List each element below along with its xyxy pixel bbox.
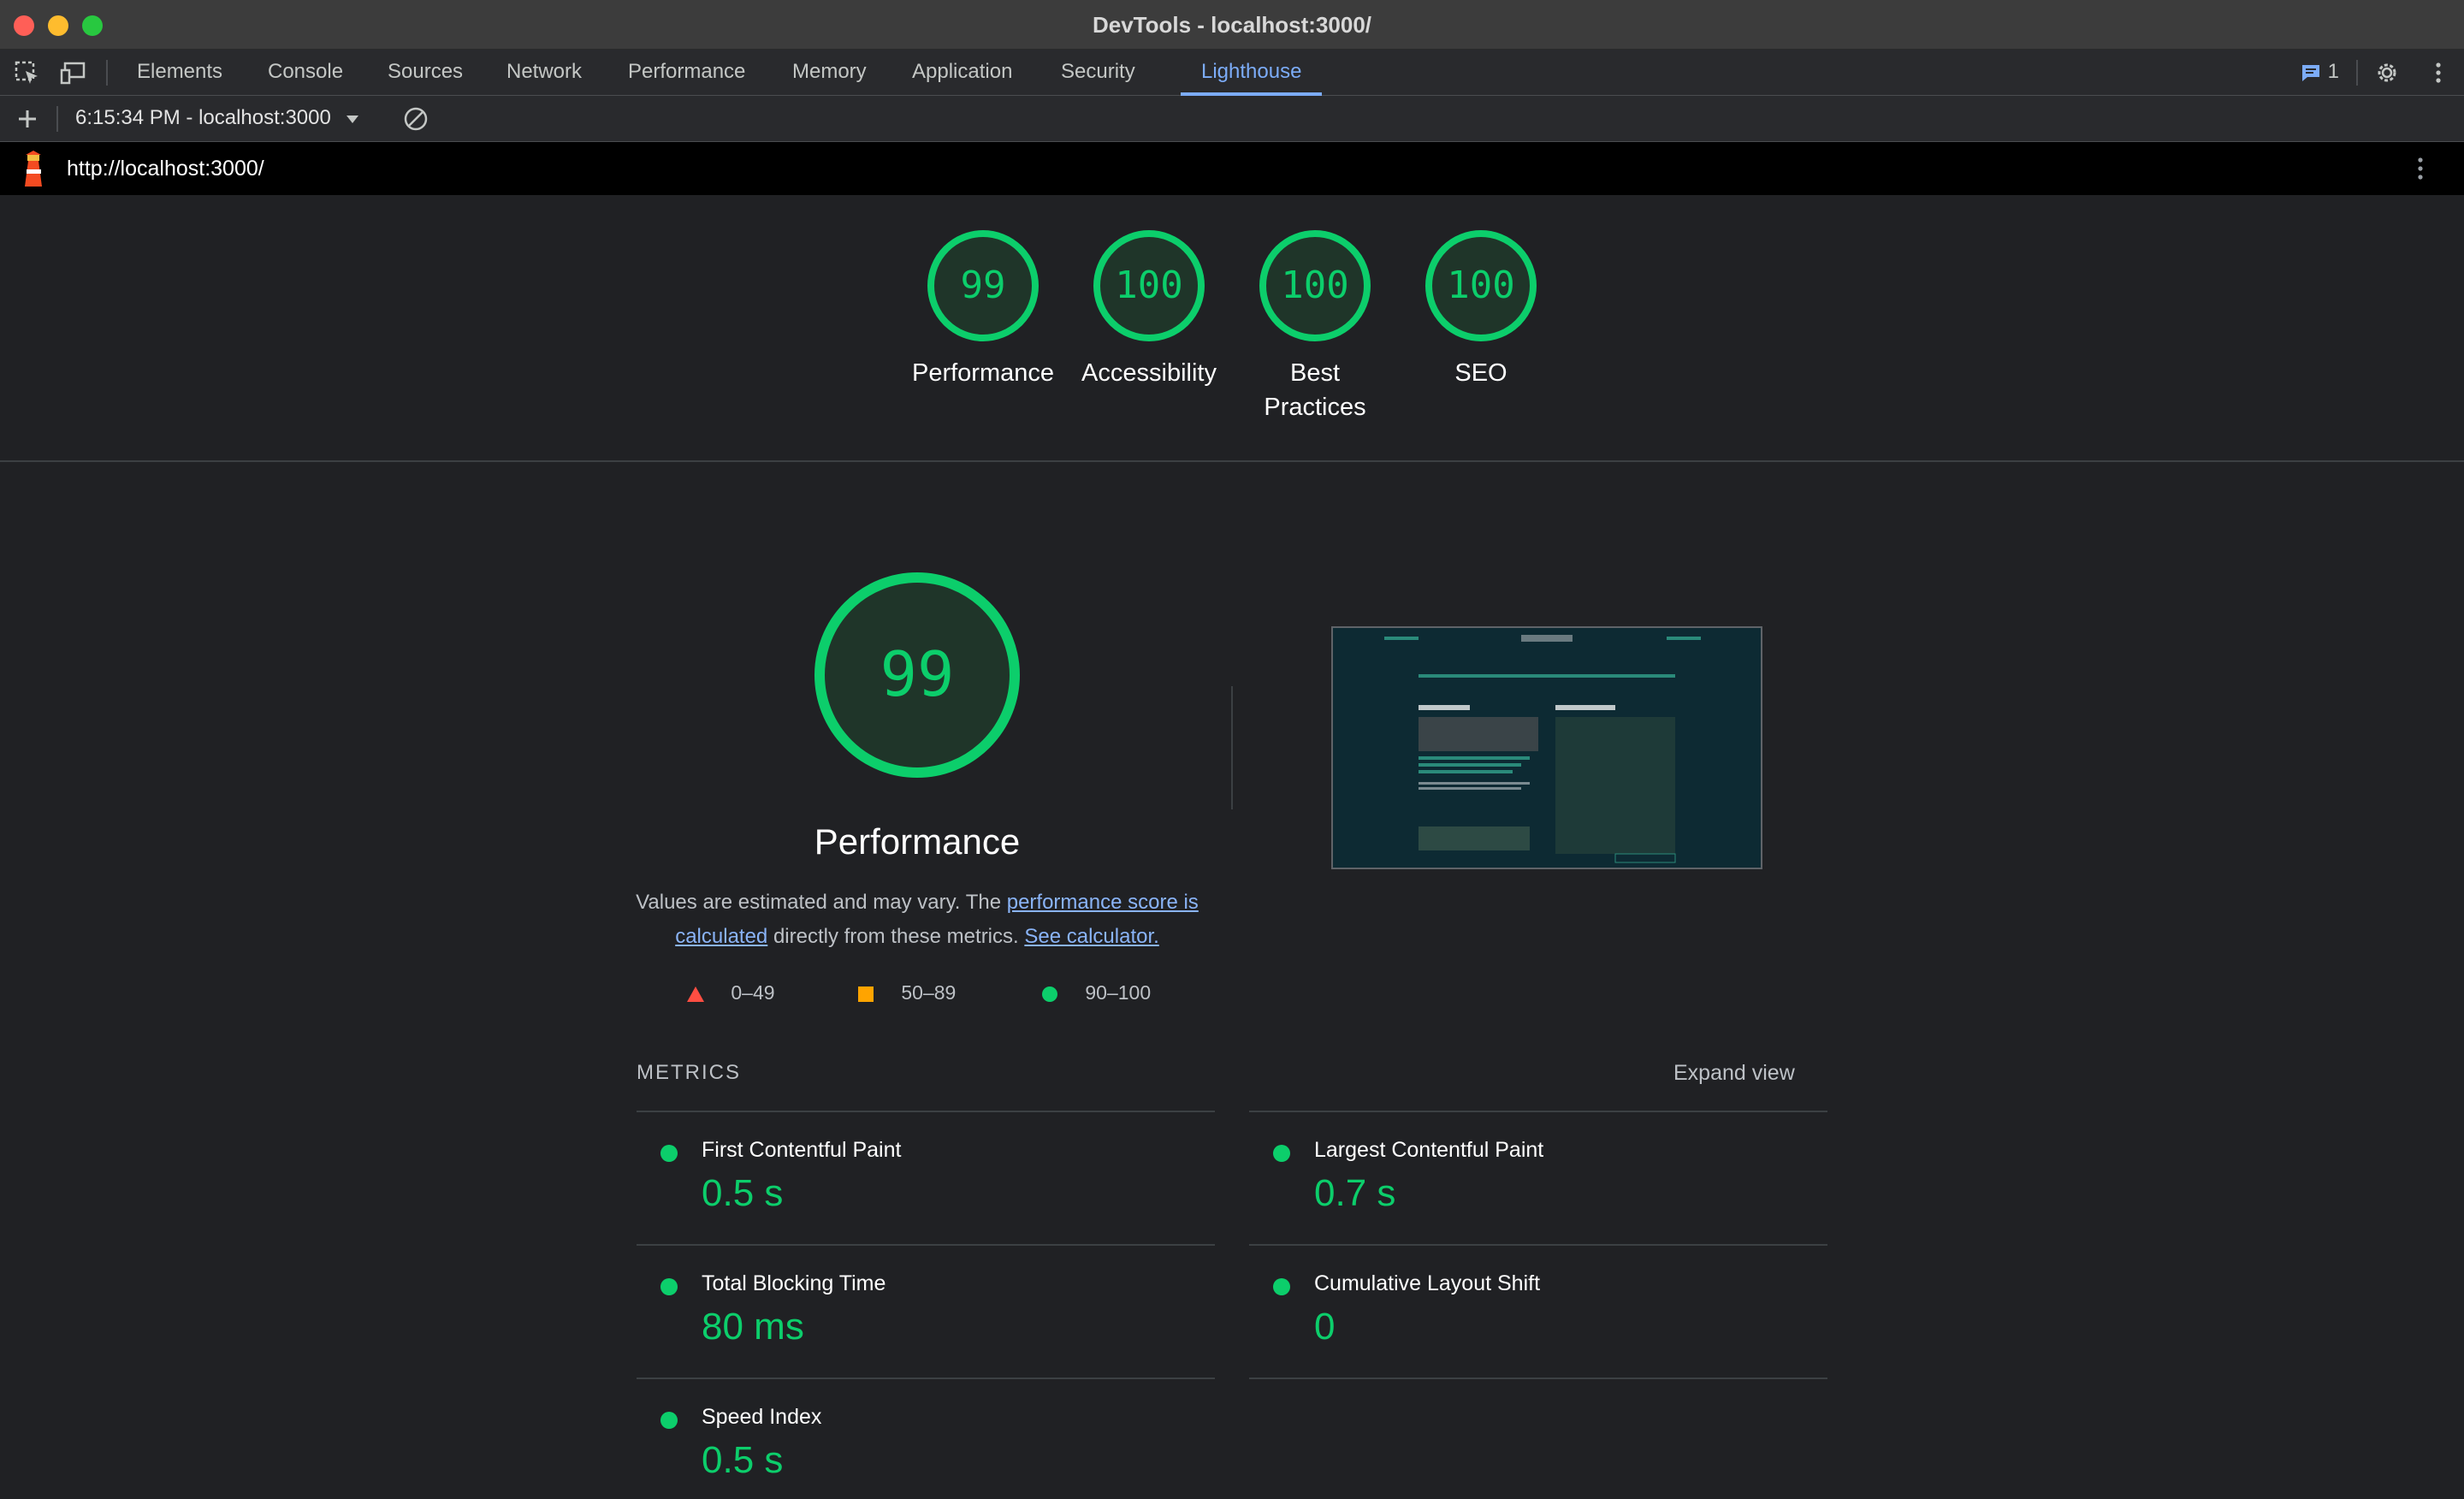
metric-name: Total Blocking Time (702, 1271, 886, 1295)
metrics-heading: METRICS (637, 1061, 741, 1084)
tab-application[interactable]: Application (912, 60, 1012, 96)
toolbar-divider (106, 60, 108, 86)
device-toolbar-icon[interactable] (60, 60, 87, 86)
gauge-label: Performance (911, 359, 1054, 387)
metric-first-contentful-paint[interactable]: First Contentful Paint 0.5 s (637, 1111, 1215, 1244)
metric-value: 80 ms (702, 1306, 804, 1348)
chevron-down-icon (346, 115, 358, 123)
metric-cumulative-layout-shift[interactable]: Cumulative Layout Shift 0 (1249, 1244, 1827, 1378)
tab-lighthouse[interactable]: Lighthouse (1181, 60, 1323, 96)
performance-section: 99 Performance Values are estimated and … (0, 462, 2464, 1499)
pass-circle-icon (660, 1278, 678, 1295)
score-gauge-ring: 100 (1259, 230, 1371, 341)
tab-console[interactable]: Console (268, 60, 343, 96)
report-url[interactable]: http://localhost:3000/ (67, 157, 264, 181)
pass-circle-icon (660, 1145, 678, 1162)
gauge-label: Best Practices (1264, 359, 1366, 421)
pass-circle-icon (1273, 1278, 1290, 1295)
tab-performance[interactable]: Performance (628, 60, 745, 96)
performance-title: Performance (814, 821, 1021, 862)
gauge-score: 100 (1447, 264, 1514, 307)
gauge-seo[interactable]: 100 SEO (1395, 229, 1567, 390)
page-preview-image (1333, 628, 1761, 868)
metric-name: First Contentful Paint (702, 1138, 902, 1162)
toolbar-divider (2356, 60, 2358, 86)
description-text: directly from these metrics. (767, 925, 1025, 948)
score-gauge-ring: 100 (1425, 230, 1537, 341)
gauge-score: 100 (1281, 264, 1348, 307)
metric-name: Largest Contentful Paint (1314, 1138, 1544, 1162)
metric-value: 0.5 s (702, 1172, 784, 1214)
gauge-score: 99 (961, 264, 1006, 307)
performance-score-gauge: 99 (814, 572, 1020, 778)
legend-average-label: 50–89 (901, 981, 957, 1004)
window-titlebar: DevTools - localhost:3000/ (0, 0, 2464, 50)
lighthouse-logo-icon (25, 151, 42, 187)
tab-security[interactable]: Security (1061, 60, 1135, 96)
tab-sources[interactable]: Sources (388, 60, 463, 96)
gauge-accessibility[interactable]: 100 Accessibility (1063, 229, 1235, 390)
fail-triangle-icon (687, 986, 704, 1002)
legend-pass: 90–100 (1040, 981, 1151, 1007)
metric-name: Speed Index (702, 1405, 822, 1429)
section-divider (1231, 686, 1233, 809)
lighthouse-toolbar: 6:15:34 PM - localhost:3000 (0, 96, 2464, 142)
legend-pass-label: 90–100 (1085, 981, 1152, 1004)
legend-average: 50–89 (856, 981, 956, 1007)
report-url-bar: http://localhost:3000/ (0, 142, 2464, 195)
more-options-icon[interactable] (2425, 60, 2452, 86)
metric-name: Cumulative Layout Shift (1314, 1271, 1541, 1295)
performance-description: Values are estimated and may vary. The p… (630, 886, 1205, 954)
pass-circle-icon (660, 1412, 678, 1429)
gauge-performance[interactable]: 99 Performance (897, 229, 1069, 390)
pass-circle-icon (1273, 1145, 1290, 1162)
clear-all-icon[interactable] (402, 106, 429, 132)
gauge-label: Accessibility (1081, 359, 1217, 387)
see-calculator-link[interactable]: See calculator. (1024, 925, 1158, 948)
metric-divider (1249, 1378, 1827, 1379)
issues-icon (2302, 64, 2319, 81)
tab-elements[interactable]: Elements (137, 60, 222, 96)
score-gauge-ring: 100 (1093, 230, 1205, 341)
tab-network[interactable]: Network (506, 60, 582, 96)
metric-speed-index[interactable]: Speed Index 0.5 s (637, 1378, 1215, 1499)
new-report-plus-icon[interactable] (14, 106, 41, 132)
gauge-label: SEO (1454, 359, 1507, 387)
settings-gear-icon[interactable] (2373, 60, 2401, 86)
category-scores-summary: 99 Performance 100 Accessibility 100 Bes… (0, 195, 2464, 462)
report-menu-icon[interactable] (2408, 156, 2433, 181)
average-square-icon (858, 986, 874, 1002)
metric-largest-contentful-paint[interactable]: Largest Contentful Paint 0.7 s (1249, 1111, 1827, 1244)
expand-view-toggle[interactable]: Expand view (1673, 1061, 1795, 1086)
report-selector-label: 6:15:34 PM - localhost:3000 (75, 106, 331, 129)
window-title: DevTools - localhost:3000/ (1092, 12, 1372, 38)
final-screenshot-thumbnail[interactable] (1331, 626, 1762, 869)
tab-memory[interactable]: Memory (792, 60, 867, 96)
report-selector-dropdown[interactable]: 6:15:34 PM - localhost:3000 (75, 106, 359, 130)
legend-fail: 0–49 (686, 981, 775, 1007)
metric-total-blocking-time[interactable]: Total Blocking Time 80 ms (637, 1244, 1215, 1378)
issues-count: 1 (2327, 60, 2340, 83)
issues-counter[interactable]: 1 (2300, 60, 2339, 86)
legend-fail-label: 0–49 (731, 981, 775, 1004)
gauge-best-practices[interactable]: 100 Best Practices (1229, 229, 1401, 424)
metric-value: 0.7 s (1314, 1172, 1396, 1214)
inspect-element-icon[interactable] (14, 60, 41, 86)
toolbar-divider (56, 106, 58, 132)
performance-score: 99 (880, 638, 955, 710)
gauge-score: 100 (1115, 264, 1182, 307)
metric-value: 0.5 s (702, 1439, 784, 1481)
metric-value: 0 (1314, 1306, 1336, 1348)
description-text: Values are estimated and may vary. The (636, 891, 1007, 914)
pass-circle-icon (1042, 986, 1057, 1002)
score-gauge-ring: 99 (927, 230, 1039, 341)
devtools-tabs-bar: Elements Console Sources Network Perform… (0, 50, 2464, 96)
